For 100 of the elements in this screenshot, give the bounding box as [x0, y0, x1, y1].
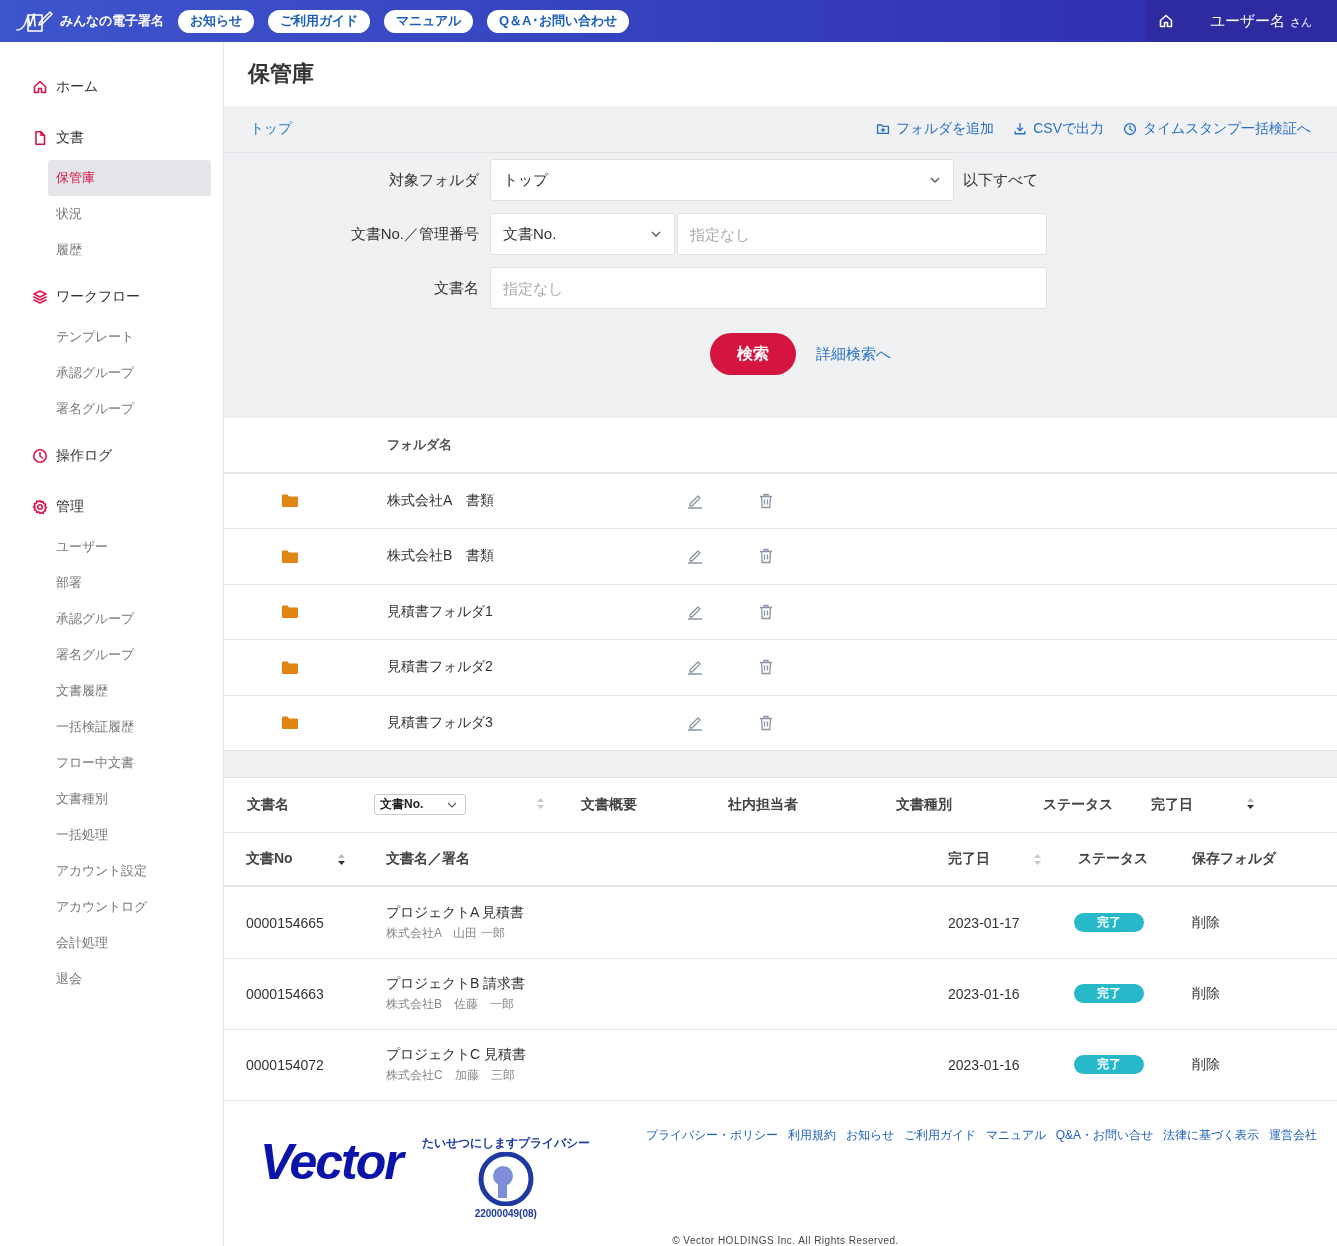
footer-link[interactable]: ご利用ガイド	[903, 1127, 976, 1145]
search-button[interactable]: 検索	[710, 333, 796, 376]
privacy-mark-caption: たいせつにしますプライバシー	[421, 1135, 590, 1152]
input-field[interactable]: 指定なし	[490, 267, 1047, 310]
sidebar-item[interactable]: 状況	[48, 196, 211, 232]
folder-name[interactable]: 株式会社A 書類	[387, 491, 687, 510]
field-label: 対象フォルダ	[388, 170, 480, 190]
status-badge: 完了	[1074, 984, 1144, 1004]
sidebar-item[interactable]: 承認グループ	[48, 601, 211, 637]
sidebar-section[interactable]: ホーム	[0, 64, 223, 109]
chevron-down-icon	[447, 801, 457, 808]
field-label: 文書名	[433, 278, 480, 298]
column-header: ステータス	[1078, 850, 1148, 869]
sort-label: ステータス	[1043, 795, 1113, 812]
sidebar-item[interactable]: 承認グループ	[48, 355, 211, 391]
chevron-down-icon	[650, 230, 662, 239]
trash-icon[interactable]	[759, 659, 773, 676]
footer-link[interactable]: 法律に基づく表示	[1163, 1127, 1259, 1145]
folder-name[interactable]: 見積書フォルダ2	[387, 658, 687, 677]
nav-link[interactable]: お知らせ	[178, 9, 254, 33]
completion-date: 2023-01-16	[948, 985, 1021, 1002]
trash-icon[interactable]	[759, 548, 773, 565]
advanced-search-link[interactable]: 詳細検索へ	[816, 344, 891, 364]
toolbar-action[interactable]: タイムスタンプ一括検証へ	[1123, 120, 1311, 139]
column-header: 完了日	[948, 850, 990, 869]
completion-date: 2023-01-16	[948, 1056, 1021, 1073]
footer-link[interactable]: Q&A・お問い合せ	[1055, 1127, 1153, 1145]
select-field[interactable]: トップ	[490, 159, 954, 202]
sidebar-section[interactable]: 文書	[0, 115, 223, 160]
folder-plus-icon	[876, 122, 891, 137]
nav-link[interactable]: マニュアル	[384, 9, 473, 33]
sidebar-item[interactable]: 部署	[48, 565, 211, 601]
sidebar-section[interactable]: ワークフロー	[0, 274, 223, 319]
sidebar-item[interactable]: 文書種別	[48, 781, 211, 817]
footer-link[interactable]: 運営会社	[1269, 1127, 1317, 1145]
nav-link[interactable]: ご利用ガイド	[268, 9, 370, 33]
sidebar-item[interactable]: ユーザー	[48, 529, 211, 565]
download-icon	[1013, 122, 1028, 137]
document-title[interactable]: プロジェクトC 見積書	[386, 1045, 948, 1064]
folder-name[interactable]: 見積書フォルダ3	[387, 713, 687, 732]
sidebar-item[interactable]: アカウントログ	[48, 889, 211, 925]
layers-icon	[32, 288, 48, 305]
footer-link[interactable]: マニュアル	[985, 1127, 1046, 1145]
sidebar-section[interactable]: 管理	[0, 484, 223, 529]
toolbar-action[interactable]: CSVで出力	[1013, 120, 1104, 139]
sidebar-item[interactable]: 保管庫	[48, 160, 211, 196]
edit-icon[interactable]	[687, 548, 703, 565]
page-title: 保管庫	[246, 60, 315, 89]
sidebar-item[interactable]: 署名グループ	[48, 391, 211, 427]
folder-icon	[281, 604, 299, 620]
home-icon[interactable]	[1158, 13, 1174, 29]
sort-label: 社内担当者	[728, 795, 798, 812]
footer-link[interactable]: 利用規約	[787, 1127, 836, 1145]
document-signer: 株式会社A 山田 一郎	[386, 924, 506, 942]
input-field[interactable]: 指定なし	[677, 213, 1047, 256]
sort-label: 文書種別	[896, 795, 952, 812]
sidebar-item[interactable]: 一括処理	[48, 817, 211, 853]
sort-select[interactable]: 文書No.	[374, 794, 466, 816]
trash-icon[interactable]	[759, 603, 773, 620]
copyright: © Vector HOLDINGS Inc. All Rights Reserved.	[671, 1235, 900, 1246]
sidebar-item[interactable]: テンプレート	[48, 319, 211, 355]
sidebar-item[interactable]: アカウント設定	[48, 853, 211, 889]
user-menu[interactable]: ユーザー名 さん	[1145, 0, 1337, 42]
user-name: ユーザー名	[1210, 11, 1285, 31]
nav-link[interactable]: Q＆A･お問い合わせ	[487, 9, 629, 33]
folder-name[interactable]: 見積書フォルダ1	[387, 602, 687, 621]
document-signer: 株式会社B 佐藤 一郎	[386, 995, 515, 1013]
folder-name[interactable]: 株式会社B 書類	[387, 547, 687, 566]
footer-link[interactable]: プライバシー・ポリシー	[645, 1127, 778, 1145]
column-header: 文書No	[246, 850, 293, 869]
document-title[interactable]: プロジェクトB 請求書	[386, 974, 948, 993]
sidebar-item[interactable]: 一括検証履歴	[48, 709, 211, 745]
folder-cell-text: 削除	[1192, 913, 1221, 932]
select-field[interactable]: 文書No.	[490, 213, 675, 256]
folder-cell-text: 削除	[1192, 984, 1221, 1003]
sort-label: 文書概要	[581, 795, 637, 812]
footer-link[interactable]: お知らせ	[845, 1127, 894, 1145]
breadcrumb-link[interactable]: トップ	[250, 120, 292, 139]
sidebar-section[interactable]: 操作ログ	[0, 433, 223, 478]
sidebar-item[interactable]: 退会	[48, 961, 211, 997]
edit-icon[interactable]	[687, 659, 703, 676]
trash-icon[interactable]	[759, 492, 773, 509]
sort-label: 完了日	[1151, 795, 1193, 812]
sidebar-item[interactable]: 署名グループ	[48, 637, 211, 673]
sort-icon[interactable]	[337, 852, 346, 866]
sidebar-item[interactable]: フロー中文書	[48, 745, 211, 781]
sidebar-item[interactable]: 履歴	[48, 232, 211, 268]
column-header: 文書名／署名	[386, 850, 470, 869]
user-suffix: さん	[1290, 15, 1312, 30]
sidebar-item[interactable]: 会計処理	[48, 925, 211, 961]
field-label: 文書No.／管理番号	[349, 224, 480, 244]
document-number: 0000154663	[246, 985, 325, 1002]
toolbar-action[interactable]: フォルダを追加	[876, 120, 995, 139]
sort-label: 文書名	[247, 795, 289, 812]
document-title[interactable]: プロジェクトA 見積書	[386, 903, 948, 922]
trash-icon[interactable]	[759, 714, 773, 731]
column-header: 保存フォルダ	[1192, 850, 1276, 869]
sort-icon[interactable]	[1246, 796, 1255, 810]
privacy-mark-number: 22000049(08)	[474, 1208, 537, 1219]
sidebar-item[interactable]: 文書履歴	[48, 673, 211, 709]
